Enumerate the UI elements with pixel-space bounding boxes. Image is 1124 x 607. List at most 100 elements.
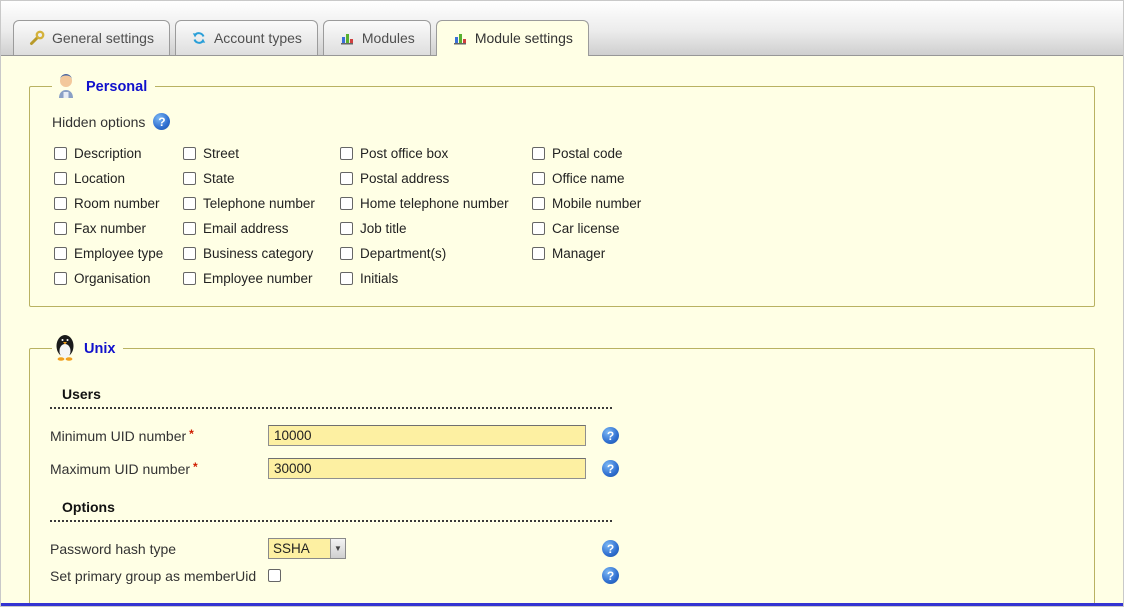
checkbox-employee-number[interactable]: Employee number <box>183 271 340 286</box>
telephone-number-checkbox[interactable] <box>183 197 196 210</box>
password-hash-row: Password hash type SSHA ▼ ? <box>50 538 1076 559</box>
options-section-header: Options <box>50 499 612 522</box>
checkbox-email-address[interactable]: Email address <box>183 221 340 236</box>
modules-icon <box>339 30 355 46</box>
tab-general-settings[interactable]: General settings <box>13 20 170 55</box>
min-uid-input[interactable] <box>268 425 586 446</box>
help-icon[interactable]: ? <box>602 460 619 477</box>
member-uid-label: Set primary group as memberUid <box>50 568 268 584</box>
checkbox-label: Mobile number <box>552 196 641 211</box>
checkbox-label: Postal code <box>552 146 623 161</box>
checkbox-label: Employee type <box>74 246 163 261</box>
unix-legend: Unix <box>52 333 123 364</box>
hidden-options-label: Hidden options <box>52 114 145 130</box>
personal-fieldset: Personal Hidden options ? Description St… <box>29 72 1095 307</box>
max-uid-label: Maximum UID number* <box>50 461 268 477</box>
tab-modules[interactable]: Modules <box>323 20 431 55</box>
manager-checkbox[interactable] <box>532 247 545 260</box>
person-icon <box>54 72 78 101</box>
checkbox-room-number[interactable]: Room number <box>54 196 183 211</box>
room-number-checkbox[interactable] <box>54 197 67 210</box>
checkbox-label: Room number <box>74 196 160 211</box>
checkbox-mobile-number[interactable]: Mobile number <box>532 196 752 211</box>
job-title-checkbox[interactable] <box>340 222 353 235</box>
office-name-checkbox[interactable] <box>532 172 545 185</box>
checkbox-location[interactable]: Location <box>54 171 183 186</box>
account-types-icon <box>191 30 207 46</box>
min-uid-label: Minimum UID number* <box>50 428 268 444</box>
content: Personal Hidden options ? Description St… <box>1 56 1123 603</box>
options-header-label: Options <box>62 499 115 515</box>
employee-number-checkbox[interactable] <box>183 272 196 285</box>
required-marker: * <box>189 427 194 441</box>
departments-checkbox[interactable] <box>340 247 353 260</box>
checkbox-car-license[interactable]: Car license <box>532 221 752 236</box>
tab-label: Module settings <box>475 30 573 46</box>
checkbox-label: Department(s) <box>360 246 446 261</box>
personal-title: Personal <box>86 79 147 95</box>
home-telephone-number-checkbox[interactable] <box>340 197 353 210</box>
checkbox-departments[interactable]: Department(s) <box>340 246 532 261</box>
checkbox-label: Location <box>74 171 125 186</box>
state-checkbox[interactable] <box>183 172 196 185</box>
checkbox-postal-address[interactable]: Postal address <box>340 171 532 186</box>
users-header-label: Users <box>62 386 101 402</box>
help-icon[interactable]: ? <box>153 113 170 130</box>
checkbox-description[interactable]: Description <box>54 146 183 161</box>
help-icon[interactable]: ? <box>602 540 619 557</box>
checkbox-state[interactable]: State <box>183 171 340 186</box>
email-address-checkbox[interactable] <box>183 222 196 235</box>
checkbox-home-telephone-number[interactable]: Home telephone number <box>340 196 532 211</box>
checkbox-business-category[interactable]: Business category <box>183 246 340 261</box>
help-icon[interactable]: ? <box>602 567 619 584</box>
min-uid-row: Minimum UID number* ? <box>50 425 1076 446</box>
member-uid-row: Set primary group as memberUid ? <box>50 567 1076 584</box>
checkbox-fax-number[interactable]: Fax number <box>54 221 183 236</box>
checkbox-post-office-box[interactable]: Post office box <box>340 146 532 161</box>
tux-penguin-icon <box>54 333 76 364</box>
location-checkbox[interactable] <box>54 172 67 185</box>
checkbox-label: Business category <box>203 246 313 261</box>
checkbox-telephone-number[interactable]: Telephone number <box>183 196 340 211</box>
wrench-icon <box>29 30 45 46</box>
description-checkbox[interactable] <box>54 147 67 160</box>
street-checkbox[interactable] <box>183 147 196 160</box>
checkbox-label: Postal address <box>360 171 449 186</box>
tab-label: Modules <box>362 30 415 46</box>
fax-number-checkbox[interactable] <box>54 222 67 235</box>
checkbox-street[interactable]: Street <box>183 146 340 161</box>
checkbox-initials[interactable]: Initials <box>340 271 532 286</box>
checkbox-employee-type[interactable]: Employee type <box>54 246 183 261</box>
employee-type-checkbox[interactable] <box>54 247 67 260</box>
checkbox-manager[interactable]: Manager <box>532 246 752 261</box>
password-hash-select[interactable]: SSHA <box>268 538 346 559</box>
tab-label: Account types <box>214 30 302 46</box>
mobile-number-checkbox[interactable] <box>532 197 545 210</box>
checkbox-label: Organisation <box>74 271 151 286</box>
checkbox-postal-code[interactable]: Postal code <box>532 146 752 161</box>
car-license-checkbox[interactable] <box>532 222 545 235</box>
checkbox-label: Email address <box>203 221 289 236</box>
checkbox-label: Telephone number <box>203 196 315 211</box>
help-icon[interactable]: ? <box>602 427 619 444</box>
postal-code-checkbox[interactable] <box>532 147 545 160</box>
password-hash-select-wrap: SSHA ▼ <box>268 538 346 559</box>
checkbox-label: Post office box <box>360 146 448 161</box>
checkbox-organisation[interactable]: Organisation <box>54 271 183 286</box>
tab-module-settings[interactable]: Module settings <box>436 20 589 56</box>
checkbox-job-title[interactable]: Job title <box>340 221 532 236</box>
member-uid-checkbox[interactable] <box>268 569 281 582</box>
business-category-checkbox[interactable] <box>183 247 196 260</box>
postal-address-checkbox[interactable] <box>340 172 353 185</box>
initials-checkbox[interactable] <box>340 272 353 285</box>
tab-bar: General settings Account types <box>1 1 1123 56</box>
checkbox-office-name[interactable]: Office name <box>532 171 752 186</box>
checkbox-label: Job title <box>360 221 407 236</box>
post-office-box-checkbox[interactable] <box>340 147 353 160</box>
max-uid-input[interactable] <box>268 458 586 479</box>
unix-fieldset: Unix Users Minimum UID number* ? Maximum… <box>29 333 1095 603</box>
tab-account-types[interactable]: Account types <box>175 20 318 55</box>
checkbox-label: Home telephone number <box>360 196 509 211</box>
personal-legend: Personal <box>52 72 155 101</box>
organisation-checkbox[interactable] <box>54 272 67 285</box>
